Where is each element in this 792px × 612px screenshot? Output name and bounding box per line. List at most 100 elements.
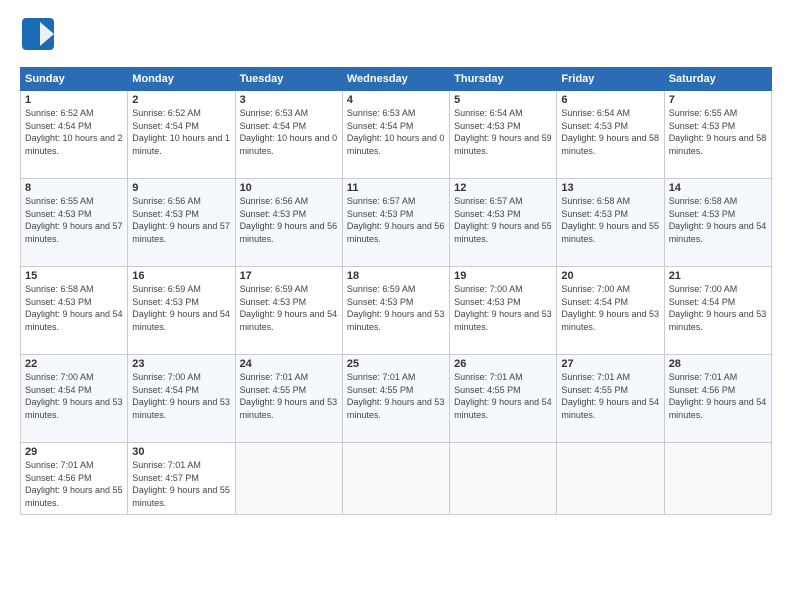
- calendar-cell: [235, 443, 342, 515]
- day-number: 11: [347, 182, 445, 194]
- calendar-cell: [342, 443, 449, 515]
- logo: [20, 16, 60, 57]
- day-number: 3: [240, 94, 338, 106]
- calendar-cell: 25 Sunrise: 7:01 AMSunset: 4:55 PMDaylig…: [342, 355, 449, 443]
- day-number: 24: [240, 358, 338, 370]
- day-info: Sunrise: 7:00 AMSunset: 4:53 PMDaylight:…: [454, 283, 552, 333]
- calendar-cell: 22 Sunrise: 7:00 AMSunset: 4:54 PMDaylig…: [21, 355, 128, 443]
- day-info: Sunrise: 6:59 AMSunset: 4:53 PMDaylight:…: [347, 283, 445, 333]
- day-number: 28: [669, 358, 767, 370]
- calendar-cell: 8 Sunrise: 6:55 AMSunset: 4:53 PMDayligh…: [21, 179, 128, 267]
- day-info: Sunrise: 6:58 AMSunset: 4:53 PMDaylight:…: [669, 195, 767, 245]
- weekday-header: Tuesday: [235, 68, 342, 91]
- day-number: 8: [25, 182, 123, 194]
- calendar-cell: 30 Sunrise: 7:01 AMSunset: 4:57 PMDaylig…: [128, 443, 235, 515]
- calendar-cell: [557, 443, 664, 515]
- day-number: 10: [240, 182, 338, 194]
- day-number: 18: [347, 270, 445, 282]
- day-number: 29: [25, 446, 123, 458]
- calendar-cell: 27 Sunrise: 7:01 AMSunset: 4:55 PMDaylig…: [557, 355, 664, 443]
- weekday-header: Saturday: [664, 68, 771, 91]
- day-number: 30: [132, 446, 230, 458]
- calendar-cell: [664, 443, 771, 515]
- calendar-cell: 4 Sunrise: 6:53 AMSunset: 4:54 PMDayligh…: [342, 91, 449, 179]
- day-info: Sunrise: 6:56 AMSunset: 4:53 PMDaylight:…: [132, 195, 230, 245]
- day-info: Sunrise: 6:57 AMSunset: 4:53 PMDaylight:…: [454, 195, 552, 245]
- day-info: Sunrise: 7:00 AMSunset: 4:54 PMDaylight:…: [132, 371, 230, 421]
- day-number: 17: [240, 270, 338, 282]
- day-number: 5: [454, 94, 552, 106]
- day-number: 20: [561, 270, 659, 282]
- calendar-cell: 14 Sunrise: 6:58 AMSunset: 4:53 PMDaylig…: [664, 179, 771, 267]
- day-info: Sunrise: 6:57 AMSunset: 4:53 PMDaylight:…: [347, 195, 445, 245]
- day-info: Sunrise: 7:01 AMSunset: 4:57 PMDaylight:…: [132, 459, 230, 509]
- day-info: Sunrise: 7:01 AMSunset: 4:55 PMDaylight:…: [347, 371, 445, 421]
- day-info: Sunrise: 6:53 AMSunset: 4:54 PMDaylight:…: [240, 107, 338, 157]
- calendar-cell: 17 Sunrise: 6:59 AMSunset: 4:53 PMDaylig…: [235, 267, 342, 355]
- day-number: 1: [25, 94, 123, 106]
- day-info: Sunrise: 6:58 AMSunset: 4:53 PMDaylight:…: [561, 195, 659, 245]
- day-info: Sunrise: 6:58 AMSunset: 4:53 PMDaylight:…: [25, 283, 123, 333]
- calendar-cell: 29 Sunrise: 7:01 AMSunset: 4:56 PMDaylig…: [21, 443, 128, 515]
- day-number: 2: [132, 94, 230, 106]
- calendar-cell: 3 Sunrise: 6:53 AMSunset: 4:54 PMDayligh…: [235, 91, 342, 179]
- day-info: Sunrise: 6:55 AMSunset: 4:53 PMDaylight:…: [25, 195, 123, 245]
- day-info: Sunrise: 7:01 AMSunset: 4:55 PMDaylight:…: [454, 371, 552, 421]
- calendar-cell: 2 Sunrise: 6:52 AMSunset: 4:54 PMDayligh…: [128, 91, 235, 179]
- weekday-header: Wednesday: [342, 68, 449, 91]
- day-info: Sunrise: 6:59 AMSunset: 4:53 PMDaylight:…: [132, 283, 230, 333]
- day-number: 16: [132, 270, 230, 282]
- day-info: Sunrise: 6:59 AMSunset: 4:53 PMDaylight:…: [240, 283, 338, 333]
- calendar-cell: 21 Sunrise: 7:00 AMSunset: 4:54 PMDaylig…: [664, 267, 771, 355]
- weekday-header: Monday: [128, 68, 235, 91]
- calendar-cell: 7 Sunrise: 6:55 AMSunset: 4:53 PMDayligh…: [664, 91, 771, 179]
- day-info: Sunrise: 7:00 AMSunset: 4:54 PMDaylight:…: [561, 283, 659, 333]
- weekday-header: Sunday: [21, 68, 128, 91]
- day-number: 15: [25, 270, 123, 282]
- calendar-cell: 11 Sunrise: 6:57 AMSunset: 4:53 PMDaylig…: [342, 179, 449, 267]
- calendar-cell: 18 Sunrise: 6:59 AMSunset: 4:53 PMDaylig…: [342, 267, 449, 355]
- calendar-cell: 1 Sunrise: 6:52 AMSunset: 4:54 PMDayligh…: [21, 91, 128, 179]
- day-info: Sunrise: 7:00 AMSunset: 4:54 PMDaylight:…: [669, 283, 767, 333]
- day-number: 9: [132, 182, 230, 194]
- weekday-header: Thursday: [450, 68, 557, 91]
- day-number: 12: [454, 182, 552, 194]
- day-number: 25: [347, 358, 445, 370]
- day-info: Sunrise: 6:54 AMSunset: 4:53 PMDaylight:…: [454, 107, 552, 157]
- calendar-cell: 13 Sunrise: 6:58 AMSunset: 4:53 PMDaylig…: [557, 179, 664, 267]
- calendar-cell: 12 Sunrise: 6:57 AMSunset: 4:53 PMDaylig…: [450, 179, 557, 267]
- calendar-cell: 28 Sunrise: 7:01 AMSunset: 4:56 PMDaylig…: [664, 355, 771, 443]
- day-info: Sunrise: 6:52 AMSunset: 4:54 PMDaylight:…: [132, 107, 230, 157]
- calendar-cell: 24 Sunrise: 7:01 AMSunset: 4:55 PMDaylig…: [235, 355, 342, 443]
- calendar-cell: 23 Sunrise: 7:00 AMSunset: 4:54 PMDaylig…: [128, 355, 235, 443]
- day-info: Sunrise: 6:54 AMSunset: 4:53 PMDaylight:…: [561, 107, 659, 157]
- day-number: 23: [132, 358, 230, 370]
- calendar-cell: 15 Sunrise: 6:58 AMSunset: 4:53 PMDaylig…: [21, 267, 128, 355]
- day-info: Sunrise: 7:01 AMSunset: 4:55 PMDaylight:…: [240, 371, 338, 421]
- calendar-table: SundayMondayTuesdayWednesdayThursdayFrid…: [20, 67, 772, 515]
- day-info: Sunrise: 7:01 AMSunset: 4:56 PMDaylight:…: [669, 371, 767, 421]
- calendar-cell: [450, 443, 557, 515]
- calendar-cell: 9 Sunrise: 6:56 AMSunset: 4:53 PMDayligh…: [128, 179, 235, 267]
- day-number: 26: [454, 358, 552, 370]
- calendar-cell: 5 Sunrise: 6:54 AMSunset: 4:53 PMDayligh…: [450, 91, 557, 179]
- calendar-cell: 19 Sunrise: 7:00 AMSunset: 4:53 PMDaylig…: [450, 267, 557, 355]
- day-info: Sunrise: 6:52 AMSunset: 4:54 PMDaylight:…: [25, 107, 123, 157]
- calendar-cell: 16 Sunrise: 6:59 AMSunset: 4:53 PMDaylig…: [128, 267, 235, 355]
- day-number: 7: [669, 94, 767, 106]
- day-number: 4: [347, 94, 445, 106]
- day-info: Sunrise: 6:53 AMSunset: 4:54 PMDaylight:…: [347, 107, 445, 157]
- calendar-cell: 26 Sunrise: 7:01 AMSunset: 4:55 PMDaylig…: [450, 355, 557, 443]
- calendar-cell: 10 Sunrise: 6:56 AMSunset: 4:53 PMDaylig…: [235, 179, 342, 267]
- day-info: Sunrise: 6:55 AMSunset: 4:53 PMDaylight:…: [669, 107, 767, 157]
- day-info: Sunrise: 7:00 AMSunset: 4:54 PMDaylight:…: [25, 371, 123, 421]
- logo-icon: [20, 16, 56, 52]
- day-number: 22: [25, 358, 123, 370]
- calendar-cell: 20 Sunrise: 7:00 AMSunset: 4:54 PMDaylig…: [557, 267, 664, 355]
- day-number: 13: [561, 182, 659, 194]
- day-number: 14: [669, 182, 767, 194]
- day-number: 27: [561, 358, 659, 370]
- day-info: Sunrise: 7:01 AMSunset: 4:56 PMDaylight:…: [25, 459, 123, 509]
- day-number: 6: [561, 94, 659, 106]
- day-info: Sunrise: 6:56 AMSunset: 4:53 PMDaylight:…: [240, 195, 338, 245]
